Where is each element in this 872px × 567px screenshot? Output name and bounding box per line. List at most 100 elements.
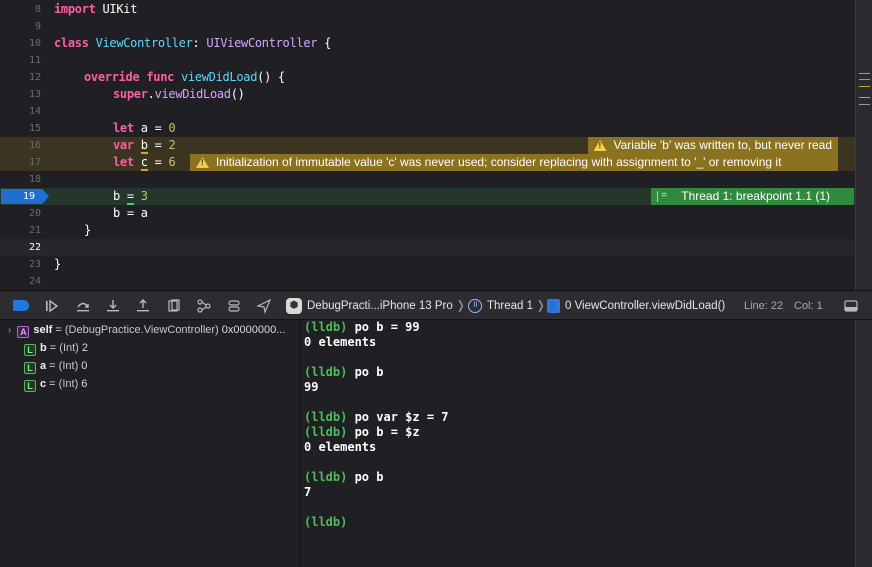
code-token: b bbox=[113, 189, 120, 203]
warning-message: Initialization of immutable value 'c' wa… bbox=[216, 155, 782, 169]
breakpoint-toggle-icon[interactable] bbox=[13, 300, 29, 311]
code-line-16: 16 var b = 2 ! Variable 'b' was written … bbox=[0, 137, 855, 154]
variables-view: › Aself = (DebugPractice.ViewController) … bbox=[0, 320, 301, 567]
editor-scrollbar[interactable] bbox=[855, 0, 872, 290]
code-token: 6 bbox=[168, 155, 176, 169]
breakpoint-annotation[interactable]: = Thread 1: breakpoint 1.1 (1) bbox=[651, 188, 854, 205]
code-line-20: 20 b = a bbox=[0, 205, 855, 222]
console-line: 99 bbox=[304, 380, 319, 394]
app-icon: ⬢ bbox=[286, 298, 302, 314]
debug-view-hierarchy-icon[interactable] bbox=[166, 298, 182, 314]
console-line: 7 bbox=[304, 485, 312, 499]
line-number: 9 bbox=[34, 21, 41, 32]
step-out-icon[interactable] bbox=[135, 298, 151, 314]
panel-toggle-icon[interactable] bbox=[843, 298, 859, 314]
variable-type: (DebugPractice.ViewController) bbox=[64, 324, 219, 336]
code-token: class bbox=[54, 36, 89, 50]
code-line-13: 13 super.viewDidLoad() bbox=[0, 86, 855, 103]
chevron-right-icon[interactable]: › bbox=[8, 325, 11, 336]
code-token: () { bbox=[257, 70, 285, 84]
code-token: { bbox=[317, 36, 332, 50]
line-number: 12 bbox=[28, 72, 41, 83]
code-token: override bbox=[84, 70, 140, 84]
console-line: (lldb) po b bbox=[304, 470, 384, 484]
variable-row-self[interactable]: › Aself = (DebugPractice.ViewController) … bbox=[8, 321, 285, 339]
line-number: 15 bbox=[28, 123, 41, 134]
warning-message: Variable 'b' was written to, but never r… bbox=[613, 138, 832, 152]
line-number: 16 bbox=[28, 140, 41, 151]
code-line-17: 17 let c = 6 ! Initialization of immutab… bbox=[0, 154, 855, 171]
variable-name: b bbox=[40, 342, 47, 354]
console-line: (lldb) po b bbox=[304, 365, 384, 379]
step-into-icon[interactable] bbox=[105, 298, 121, 314]
line-indicator: Line: 22 bbox=[744, 300, 784, 312]
code-token: UIViewController bbox=[206, 36, 318, 50]
variable-type: (Int) bbox=[58, 378, 79, 390]
variable-badge: L bbox=[24, 380, 36, 392]
warning-icon: ! bbox=[196, 157, 209, 168]
minimap-mark bbox=[859, 104, 870, 105]
console-line: (lldb) po b = $z bbox=[304, 425, 420, 439]
code-token: . bbox=[147, 87, 155, 101]
breakpoint-marker[interactable]: 19 bbox=[1, 189, 49, 204]
line-number: 23 bbox=[28, 259, 41, 270]
code-line-12: 12 override func viewDidLoad() { bbox=[0, 69, 855, 86]
line-number: 10 bbox=[28, 38, 41, 49]
breakpoint-label: Thread 1: breakpoint 1.1 (1) bbox=[681, 189, 830, 203]
code-token: let bbox=[113, 121, 134, 135]
environment-overrides-icon[interactable] bbox=[226, 298, 242, 314]
breadcrumb-separator: ❭ bbox=[536, 300, 546, 312]
line-number: 11 bbox=[28, 55, 41, 66]
line-number: 17 bbox=[28, 157, 41, 168]
console-prompt: (lldb) bbox=[304, 365, 348, 379]
code-line-21: 21 } bbox=[0, 222, 855, 239]
code-token: = bbox=[147, 121, 169, 135]
code-token: : bbox=[192, 36, 200, 50]
simulate-location-icon[interactable] bbox=[256, 298, 272, 315]
code-token: var bbox=[113, 138, 134, 152]
scheme-label[interactable]: DebugPracti...iPhone 13 Pro bbox=[307, 298, 453, 314]
code-token: super bbox=[113, 87, 148, 101]
thread-icon: ॥ bbox=[468, 299, 482, 313]
line-number: 14 bbox=[28, 106, 41, 117]
thread-label[interactable]: Thread 1 bbox=[487, 298, 533, 314]
code-token: = bbox=[147, 155, 169, 169]
breakpoint-line-number: 19 bbox=[22, 191, 35, 202]
variable-name: c bbox=[40, 378, 47, 390]
continue-icon[interactable] bbox=[44, 298, 60, 314]
console-line: 0 elements bbox=[304, 335, 377, 349]
variable-badge: L bbox=[24, 362, 36, 374]
code-token: b bbox=[140, 138, 148, 154]
variable-badge: A bbox=[17, 326, 30, 338]
code-token: UIKit bbox=[102, 2, 138, 16]
variable-type: (Int) bbox=[58, 360, 79, 372]
variable-name: a bbox=[40, 360, 47, 372]
code-line-10: 10 class ViewController: UIViewControlle… bbox=[0, 35, 855, 52]
console-input-line[interactable]: (lldb) bbox=[304, 515, 347, 530]
thread-pointer-icon: = bbox=[657, 191, 673, 202]
lldb-console[interactable]: (lldb) po b = 99 0 elements (lldb) po b … bbox=[302, 320, 855, 567]
code-token: viewDidLoad bbox=[180, 70, 258, 84]
step-over-icon[interactable] bbox=[75, 298, 91, 314]
minimap-warning-mark bbox=[859, 86, 870, 87]
variable-row-c[interactable]: Lc = (Int) 6 bbox=[24, 375, 87, 393]
line-number: 13 bbox=[28, 89, 41, 100]
warning-annotation-b[interactable]: ! Variable 'b' was written to, but never… bbox=[587, 137, 838, 154]
warning-annotation-c[interactable]: ! Initialization of immutable value 'c' … bbox=[190, 154, 838, 171]
variable-badge: L bbox=[24, 344, 36, 356]
code-token: = bbox=[126, 189, 134, 205]
code-line-24: 24 bbox=[0, 273, 855, 290]
code-token: b = a bbox=[113, 206, 148, 220]
code-token: 3 bbox=[140, 189, 148, 203]
code-token: ViewController bbox=[95, 36, 193, 50]
source-editor[interactable]: 8 import UIKit 9 10 class ViewController… bbox=[0, 0, 855, 290]
code-token: viewDidLoad bbox=[154, 87, 231, 101]
memory-graph-icon[interactable] bbox=[196, 298, 212, 314]
frame-label[interactable]: 0 ViewController.viewDidLoad() bbox=[565, 298, 725, 314]
variable-row-a[interactable]: La = (Int) 0 bbox=[24, 357, 87, 375]
variable-row-b[interactable]: Lb = (Int) 2 bbox=[24, 339, 88, 357]
code-line-22: 22 bbox=[0, 239, 855, 256]
console-scrollbar[interactable] bbox=[855, 320, 872, 567]
code-token: = bbox=[147, 138, 169, 152]
frame-icon: 👤 bbox=[547, 299, 560, 313]
